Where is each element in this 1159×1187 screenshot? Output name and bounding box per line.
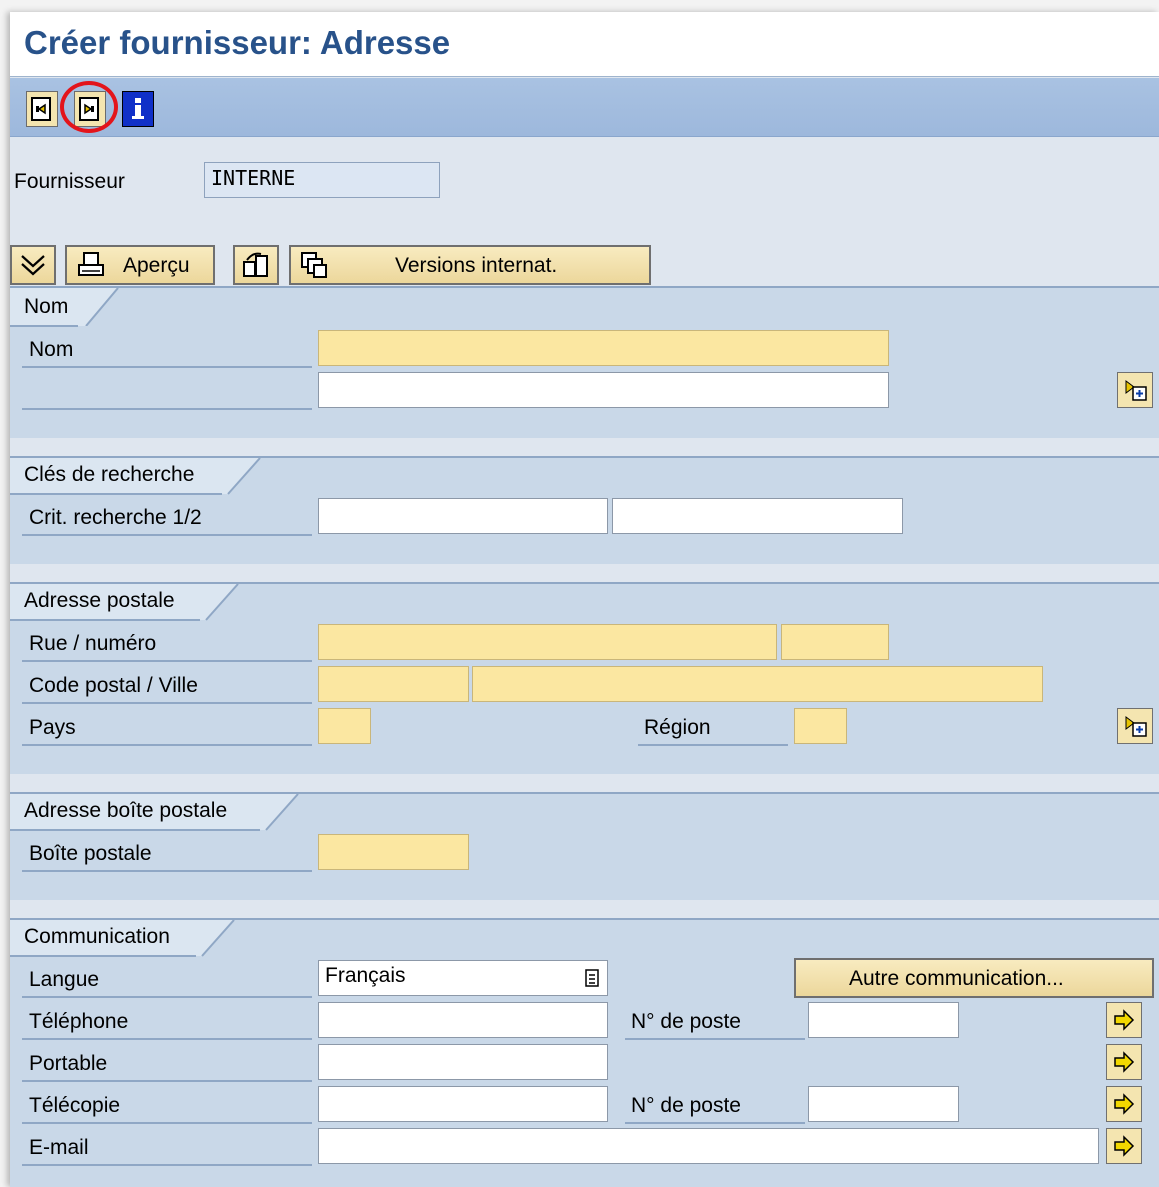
country-label-line (22, 744, 312, 746)
highlight-circle (60, 81, 118, 133)
search-criteria-2-field[interactable] (612, 498, 903, 534)
change-document-button[interactable] (233, 245, 279, 285)
section-comm-tab-line (10, 955, 196, 957)
section-name-title: Nom (24, 295, 69, 318)
mobile-field[interactable] (318, 1044, 608, 1080)
page-title: Créer fournisseur: Adresse (24, 24, 451, 61)
search-criteria-1-field[interactable] (318, 498, 608, 534)
phone-label: Téléphone (29, 1010, 129, 1033)
other-communication-button[interactable]: Autre communication... (794, 958, 1154, 998)
more-address-fields-button[interactable] (1117, 708, 1153, 744)
arrow-right-icon (1114, 1135, 1135, 1157)
fax-ext-line (625, 1122, 805, 1124)
application-toolbar (10, 78, 1159, 137)
pobox-field[interactable] (318, 834, 469, 870)
city-field[interactable] (472, 666, 1043, 702)
supplier-label: Fournisseur (14, 170, 125, 193)
postal-city-line (22, 702, 312, 704)
name-field-2[interactable] (318, 372, 889, 408)
house-number-field[interactable] (781, 624, 889, 660)
fax-label-line (22, 1122, 312, 1124)
section-name-tab-line (10, 325, 78, 327)
supplier-field: INTERNE (204, 162, 440, 198)
name2-label-line (22, 408, 312, 410)
fax-extension-field[interactable] (808, 1086, 959, 1122)
phone-ext-line (625, 1038, 805, 1040)
other-communication-label: Autre communication... (849, 967, 1064, 990)
expand-fields-icon (1125, 380, 1147, 401)
versions-icon (301, 252, 327, 278)
region-label-line (638, 744, 788, 746)
section-postal-tab-line (10, 619, 200, 621)
preview-button-label: Aperçu (123, 254, 190, 277)
street-label-line (22, 660, 312, 662)
change-document-icon (243, 252, 268, 277)
region-label: Région (644, 716, 711, 739)
email-label: E-mail (29, 1136, 89, 1159)
previous-screen-button[interactable] (26, 91, 58, 127)
dropdown-icon (585, 969, 599, 987)
info-icon (132, 98, 144, 119)
pobox-label: Boîte postale (29, 842, 152, 865)
more-names-button[interactable] (1117, 372, 1153, 408)
street-field[interactable] (318, 624, 777, 660)
preview-button[interactable]: Aperçu (65, 245, 215, 285)
expand-fields-icon (1125, 716, 1147, 737)
email-details-button[interactable] (1106, 1128, 1142, 1164)
arrow-right-icon (1114, 1093, 1135, 1115)
language-select-value: Français (325, 964, 406, 987)
fax-extension-label: N° de poste (631, 1094, 741, 1117)
section-search-tab-line (10, 493, 222, 495)
region-field[interactable] (794, 708, 847, 744)
phone-details-button[interactable] (1106, 1002, 1142, 1038)
fax-label: Télécopie (29, 1094, 121, 1117)
international-versions-button[interactable]: Versions internat. (289, 245, 651, 285)
country-field[interactable] (318, 708, 371, 744)
postal-city-label: Code postal / Ville (29, 674, 198, 697)
arrow-right-icon (1114, 1009, 1135, 1031)
search-criteria-label: Crit. recherche 1/2 (29, 506, 202, 529)
section-postal-title: Adresse postale (24, 589, 175, 612)
search-criteria-line (22, 534, 312, 536)
language-label-line (22, 996, 312, 998)
collapse-button[interactable] (10, 245, 56, 285)
collapse-all-icon (21, 255, 45, 276)
street-label: Rue / numéro (29, 632, 157, 655)
international-versions-label: Versions internat. (395, 254, 558, 277)
fax-field[interactable] (318, 1086, 608, 1122)
section-pobox-tab-line (10, 829, 260, 831)
name-label: Nom (29, 338, 74, 361)
printer-icon (78, 252, 104, 276)
section-pobox-title: Adresse boîte postale (24, 799, 228, 822)
postal-code-field[interactable] (318, 666, 469, 702)
email-label-line (22, 1164, 312, 1166)
phone-extension-label: N° de poste (631, 1010, 741, 1033)
phone-label-line (22, 1038, 312, 1040)
phone-field[interactable] (318, 1002, 608, 1038)
name-label-line (22, 366, 312, 368)
pobox-label-line (22, 870, 312, 872)
mobile-label-line (22, 1080, 312, 1082)
info-button[interactable] (122, 91, 154, 127)
country-label: Pays (29, 716, 76, 739)
phone-extension-field[interactable] (808, 1002, 959, 1038)
arrow-right-icon (1114, 1051, 1135, 1073)
name-field-1[interactable] (318, 330, 889, 366)
mobile-label: Portable (29, 1052, 108, 1075)
section-comm-title: Communication (24, 925, 170, 948)
language-select[interactable]: Français (318, 960, 608, 996)
email-field[interactable] (318, 1128, 1099, 1164)
mobile-details-button[interactable] (1106, 1044, 1142, 1080)
fax-details-button[interactable] (1106, 1086, 1142, 1122)
section-search-title: Clés de recherche (24, 463, 195, 486)
previous-screen-icon (31, 97, 51, 121)
language-label: Langue (29, 968, 100, 991)
